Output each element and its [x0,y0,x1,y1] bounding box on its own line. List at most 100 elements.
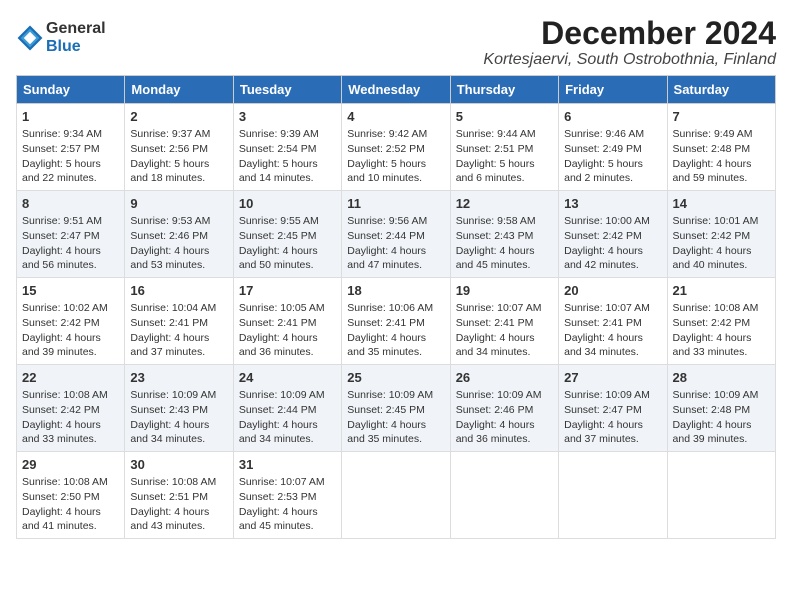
logo-general-text: General [46,20,106,38]
sunset-text: Sunset: 2:41 PM [347,317,425,329]
calendar-cell: 20Sunrise: 10:07 AMSunset: 2:41 PMDaylig… [559,278,667,365]
day-number: 1 [22,108,119,126]
day-number: 27 [564,369,661,387]
calendar-cell: 5Sunrise: 9:44 AMSunset: 2:51 PMDaylight… [450,104,558,191]
col-monday: Monday [125,76,233,104]
calendar-header: Sunday Monday Tuesday Wednesday Thursday… [17,76,776,104]
day-number: 30 [130,456,227,474]
daylight-text: Daylight: 5 hours and 10 minutes. [347,158,426,185]
daylight-text: Daylight: 4 hours and 36 minutes. [239,332,318,359]
daylight-text: Daylight: 5 hours and 2 minutes. [564,158,643,185]
day-number: 26 [456,369,553,387]
sunset-text: Sunset: 2:41 PM [456,317,534,329]
calendar-cell: 25Sunrise: 10:09 AMSunset: 2:45 PMDaylig… [342,365,450,452]
day-number: 2 [130,108,227,126]
calendar-cell [342,451,450,538]
logo-blue-text: Blue [46,38,106,56]
daylight-text: Daylight: 4 hours and 34 minutes. [564,332,643,359]
daylight-text: Daylight: 4 hours and 50 minutes. [239,245,318,272]
sunrise-text: Sunrise: 9:53 AM [130,215,210,227]
sunrise-text: Sunrise: 10:08 AM [22,389,108,401]
sunrise-text: Sunrise: 10:06 AM [347,302,433,314]
daylight-text: Daylight: 4 hours and 33 minutes. [673,332,752,359]
daylight-text: Daylight: 4 hours and 37 minutes. [130,332,209,359]
daylight-text: Daylight: 4 hours and 35 minutes. [347,419,426,446]
daylight-text: Daylight: 4 hours and 47 minutes. [347,245,426,272]
daylight-text: Daylight: 4 hours and 34 minutes. [239,419,318,446]
sunset-text: Sunset: 2:41 PM [130,317,208,329]
sunset-text: Sunset: 2:41 PM [564,317,642,329]
sunset-text: Sunset: 2:41 PM [239,317,317,329]
calendar-cell: 13Sunrise: 10:00 AMSunset: 2:42 PMDaylig… [559,191,667,278]
daylight-text: Daylight: 4 hours and 39 minutes. [22,332,101,359]
calendar-cell: 2Sunrise: 9:37 AMSunset: 2:56 PMDaylight… [125,104,233,191]
calendar-week-5: 29Sunrise: 10:08 AMSunset: 2:50 PMDaylig… [17,451,776,538]
daylight-text: Daylight: 4 hours and 35 minutes. [347,332,426,359]
day-number: 8 [22,195,119,213]
logo: General Blue [16,20,106,55]
sunset-text: Sunset: 2:44 PM [239,404,317,416]
daylight-text: Daylight: 4 hours and 53 minutes. [130,245,209,272]
col-wednesday: Wednesday [342,76,450,104]
sunrise-text: Sunrise: 10:08 AM [673,302,759,314]
calendar-cell: 8Sunrise: 9:51 AMSunset: 2:47 PMDaylight… [17,191,125,278]
sunrise-text: Sunrise: 10:00 AM [564,215,650,227]
calendar-cell: 15Sunrise: 10:02 AMSunset: 2:42 PMDaylig… [17,278,125,365]
sunset-text: Sunset: 2:44 PM [347,230,425,242]
day-number: 17 [239,282,336,300]
sunrise-text: Sunrise: 10:01 AM [673,215,759,227]
sunset-text: Sunset: 2:53 PM [239,491,317,503]
daylight-text: Daylight: 4 hours and 59 minutes. [673,158,752,185]
day-number: 28 [673,369,770,387]
sunset-text: Sunset: 2:42 PM [673,317,751,329]
sunset-text: Sunset: 2:43 PM [130,404,208,416]
header: General Blue December 2024 Kortesjaervi,… [16,16,776,69]
day-number: 4 [347,108,444,126]
sunrise-text: Sunrise: 9:39 AM [239,128,319,140]
sunrise-text: Sunrise: 9:46 AM [564,128,644,140]
calendar-cell: 21Sunrise: 10:08 AMSunset: 2:42 PMDaylig… [667,278,775,365]
day-number: 25 [347,369,444,387]
calendar-cell: 17 Sunrise: 10:05 AM Sunset: 2:41 PM Daylig… [233,278,341,365]
calendar-cell [450,451,558,538]
sunrise-text: Sunrise: 10:09 AM [347,389,433,401]
calendar-cell: 1Sunrise: 9:34 AMSunset: 2:57 PMDaylight… [17,104,125,191]
calendar-cell: 23Sunrise: 10:09 AMSunset: 2:43 PMDaylig… [125,365,233,452]
sunset-text: Sunset: 2:54 PM [239,143,317,155]
day-number: 22 [22,369,119,387]
day-number: 18 [347,282,444,300]
sunrise-text: Sunrise: 10:09 AM [456,389,542,401]
daylight-text: Daylight: 5 hours and 22 minutes. [22,158,101,185]
day-number: 15 [22,282,119,300]
daylight-text: Daylight: 4 hours and 56 minutes. [22,245,101,272]
logo-text: General Blue [46,20,106,55]
daylight-text: Daylight: 4 hours and 45 minutes. [456,245,535,272]
day-number: 3 [239,108,336,126]
page-container: General Blue December 2024 Kortesjaervi,… [0,0,792,549]
sunset-text: Sunset: 2:43 PM [456,230,534,242]
sunrise-text: Sunrise: 10:05 AM [239,302,325,314]
sunset-text: Sunset: 2:45 PM [239,230,317,242]
calendar-cell [667,451,775,538]
calendar-cell: 22Sunrise: 10:08 AMSunset: 2:42 PMDaylig… [17,365,125,452]
sunset-text: Sunset: 2:42 PM [673,230,751,242]
sunrise-text: Sunrise: 10:09 AM [673,389,759,401]
day-number: 20 [564,282,661,300]
sunset-text: Sunset: 2:51 PM [456,143,534,155]
subtitle: Kortesjaervi, South Ostrobothnia, Finlan… [483,51,776,69]
day-number: 9 [130,195,227,213]
daylight-text: Daylight: 4 hours and 41 minutes. [22,506,101,533]
sunset-text: Sunset: 2:52 PM [347,143,425,155]
calendar-cell: 19Sunrise: 10:07 AMSunset: 2:41 PMDaylig… [450,278,558,365]
daylight-text: Daylight: 4 hours and 39 minutes. [673,419,752,446]
daylight-text: Daylight: 5 hours and 14 minutes. [239,158,318,185]
calendar-cell: 18 Sunrise: 10:06 AM Sunset: 2:41 PM Daylig… [342,278,450,365]
logo-icon [16,24,44,52]
calendar-week-2: 8Sunrise: 9:51 AMSunset: 2:47 PMDaylight… [17,191,776,278]
sunrise-text: Sunrise: 10:09 AM [130,389,216,401]
day-number: 19 [456,282,553,300]
col-thursday: Thursday [450,76,558,104]
sunrise-text: Sunrise: 10:04 AM [130,302,216,314]
calendar-cell: 16Sunrise: 10:04 AMSunset: 2:41 PMDaylig… [125,278,233,365]
title-block: December 2024 Kortesjaervi, South Ostrob… [483,16,776,69]
